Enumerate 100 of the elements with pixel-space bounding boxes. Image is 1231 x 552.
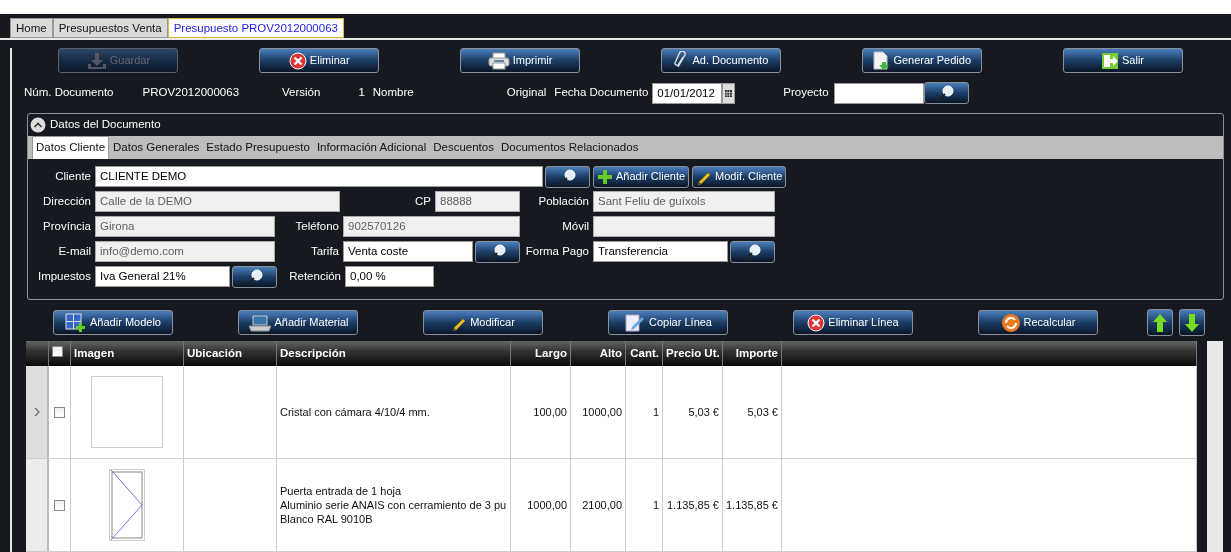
column-header: Precio Ut. xyxy=(663,341,723,366)
date-field[interactable]: 01/01/2012 xyxy=(652,82,723,104)
version-number: 1 xyxy=(358,85,365,101)
item-description: Puerta entrada de 1 hoja Aluminio serie ANAIS con cerramiento de 3 pu Blanco RAL 9010B xyxy=(280,484,507,526)
exit-icon xyxy=(1101,51,1120,70)
table-cell-text: 1000,00 xyxy=(582,404,622,420)
calendar-button[interactable] xyxy=(722,82,736,104)
select-all-checkbox[interactable] xyxy=(52,346,63,357)
table-cell-text: 5,03 € xyxy=(688,404,719,420)
input-field[interactable]: Calle de la DEMO xyxy=(95,191,340,212)
current-row-icon xyxy=(33,407,40,417)
row-checkbox[interactable] xyxy=(54,406,65,418)
table-cell-text: 100,00 xyxy=(533,404,567,420)
column-header: Alto xyxy=(571,341,626,366)
table-cell-text: 1.135,85 € xyxy=(726,497,778,513)
field-label: Retención xyxy=(288,268,342,284)
input-field[interactable]: CLIENTE DEMO xyxy=(95,166,543,187)
document-number: PROV2012000063 xyxy=(142,85,240,101)
field-label: Impuestos xyxy=(36,268,92,284)
input-field[interactable]: Girona xyxy=(95,216,275,237)
column-header: Cant. xyxy=(626,341,663,366)
project-field[interactable] xyxy=(833,82,924,104)
field-label: Teléfono xyxy=(294,218,340,234)
arrow-up-icon xyxy=(1152,312,1168,333)
plus-icon xyxy=(597,168,613,185)
search-button[interactable] xyxy=(232,265,277,288)
tab[interactable]: Información Adicional xyxy=(313,136,430,159)
delete-icon xyxy=(288,51,307,70)
field-label: Província xyxy=(42,218,92,234)
line-button[interactable]: Añadir Material xyxy=(238,310,358,335)
laptop-icon xyxy=(247,313,272,332)
tab[interactable]: Datos Cliente xyxy=(32,135,110,159)
line-button[interactable]: Copiar Línea xyxy=(608,310,728,335)
field-label: Proyecto xyxy=(783,85,829,101)
exit-button[interactable]: Salir xyxy=(1062,48,1183,73)
line-button[interactable]: Añadir Modelo xyxy=(53,310,173,335)
table-cell-text: 1 xyxy=(652,497,659,513)
toolbar-button[interactable]: Imprimir xyxy=(460,48,581,73)
column-header: Importe xyxy=(723,341,782,366)
search-button[interactable] xyxy=(475,240,520,263)
collapse-icon[interactable] xyxy=(30,117,46,133)
line-button[interactable]: Modificar xyxy=(423,310,543,335)
line-button[interactable]: Eliminar Línea xyxy=(793,310,913,335)
note-pencil-icon xyxy=(624,312,646,333)
field-label: Tarifa xyxy=(309,243,340,259)
field-label: Móvil xyxy=(561,218,590,234)
window-plus-icon xyxy=(65,312,88,333)
input-field[interactable]: 88888 xyxy=(435,191,520,212)
field-label: Nombre xyxy=(372,85,414,101)
field-label: Forma Pago xyxy=(524,243,590,259)
tab[interactable]: Descuentos xyxy=(430,136,497,159)
document-icon xyxy=(872,50,891,71)
input-field[interactable]: Iva General 21% xyxy=(95,266,230,287)
tab[interactable]: Home xyxy=(10,18,53,38)
tab[interactable]: Estado Presupuesto xyxy=(203,136,313,159)
table-cell-text: 5,03 € xyxy=(747,404,778,420)
field-label: Núm. Documento xyxy=(24,85,114,101)
calendar-icon xyxy=(725,89,733,97)
table-cell-text: 1 xyxy=(652,404,659,420)
input-field[interactable]: 0,00 % xyxy=(345,266,434,287)
tab[interactable]: Presupuesto PROV2012000063 xyxy=(167,18,344,38)
client-button[interactable]: Modif. Cliente xyxy=(692,165,787,188)
client-button[interactable]: Añadir Cliente xyxy=(593,165,690,188)
field-label: Cliente xyxy=(54,168,92,184)
input-field[interactable] xyxy=(593,216,775,237)
refresh-icon xyxy=(1000,312,1021,333)
input-field[interactable]: Venta coste xyxy=(343,241,473,262)
field-label: Población xyxy=(537,193,590,209)
input-field[interactable]: info@demo.com xyxy=(95,241,275,262)
document-name: Original xyxy=(506,85,547,101)
tab[interactable]: Presupuestos Venta xyxy=(52,18,168,38)
door-drawing xyxy=(109,469,145,541)
row-checkbox[interactable] xyxy=(54,499,65,511)
move-down-button[interactable] xyxy=(1179,309,1205,336)
tab[interactable]: Documentos Relacionados xyxy=(497,136,642,159)
tab[interactable]: Datos Generales xyxy=(110,136,203,159)
search-button[interactable] xyxy=(545,165,590,188)
glass-pane-drawing xyxy=(91,376,163,448)
search-button[interactable] xyxy=(730,240,775,263)
search-button[interactable] xyxy=(923,82,969,104)
scrollbar[interactable] xyxy=(1207,341,1223,552)
move-up-button[interactable] xyxy=(1147,309,1173,336)
field-label: Dirección xyxy=(42,193,92,209)
column-header: Largo xyxy=(511,341,571,366)
toolbar-button[interactable]: Ad. Documento xyxy=(660,48,781,73)
column-header: Imagen xyxy=(71,341,184,366)
toolbar-button[interactable]: Generar Pedido xyxy=(861,48,982,73)
field-label: CP xyxy=(414,193,432,209)
table-cell-text: 1000,00 xyxy=(527,497,567,513)
input-field[interactable]: Transferencia xyxy=(593,241,728,262)
toolbar-button[interactable]: Eliminar xyxy=(259,48,380,73)
printer-icon xyxy=(487,51,510,70)
column-header: Ubicación xyxy=(184,341,277,366)
input-field[interactable]: 902570126 xyxy=(343,216,520,237)
line-button[interactable]: Recalcular xyxy=(978,310,1098,335)
arrow-down-icon xyxy=(1184,312,1200,333)
column-header: Descripción xyxy=(277,341,511,366)
field-label: E-mail xyxy=(57,243,92,259)
input-field[interactable]: Sant Feliu de guíxols xyxy=(593,191,775,212)
item-description: Cristal con cámara 4/10/4 mm. xyxy=(280,405,430,419)
